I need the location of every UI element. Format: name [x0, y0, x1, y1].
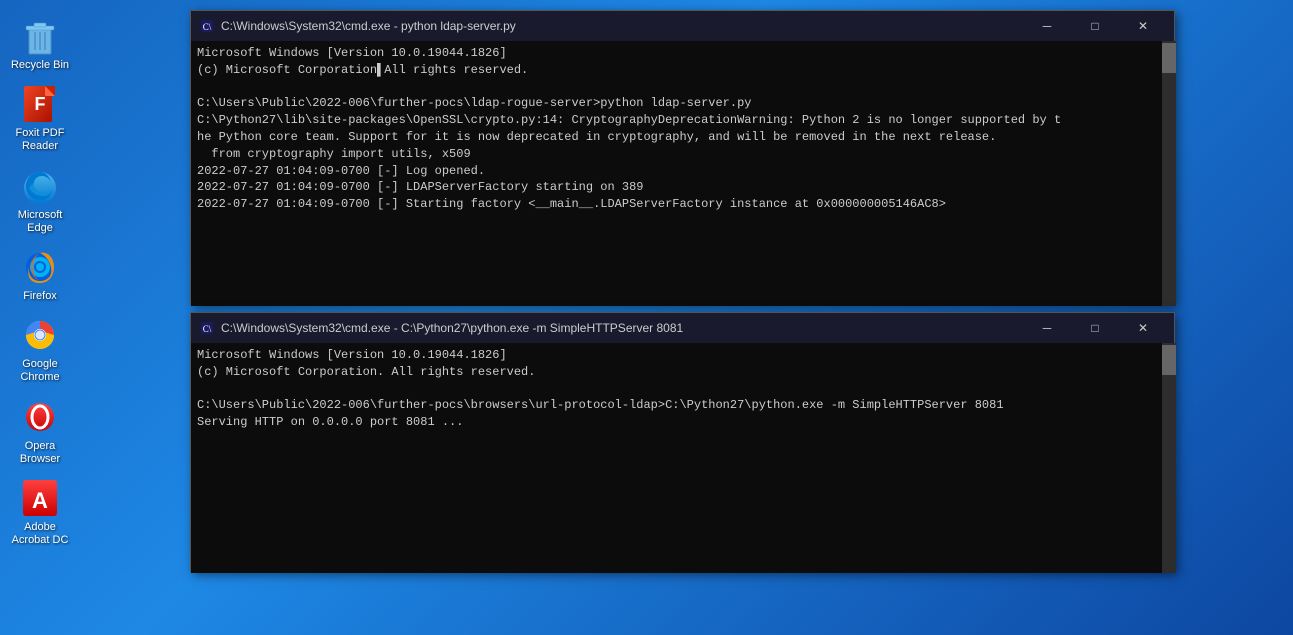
foxit-pdf-icon: F — [20, 84, 60, 124]
scrollbar-http[interactable] — [1162, 343, 1176, 573]
svg-text:C\: C\ — [203, 324, 212, 334]
recycle-bin-label: Recycle Bin — [11, 59, 69, 72]
firefox-label: Firefox — [23, 290, 57, 303]
desktop-icon-firefox[interactable]: Firefox — [4, 241, 76, 309]
window-controls-ldap: ─ □ ✕ — [1024, 11, 1166, 41]
opera-browser-icon — [20, 397, 60, 437]
microsoft-edge-icon — [20, 166, 60, 206]
desktop: Recycle Bin F — [0, 0, 1293, 635]
foxit-pdf-label: Foxit PDF Reader — [16, 127, 65, 153]
cmd-line: Microsoft Windows [Version 10.0.19044.18… — [197, 347, 1154, 364]
desktop-icon-adobe-acrobat[interactable]: A Adobe Acrobat DC — [4, 472, 76, 553]
scrollbar-thumb-http[interactable] — [1162, 345, 1176, 375]
opera-browser-label: Opera Browser — [20, 440, 60, 466]
desktop-icon-opera-browser[interactable]: Opera Browser — [4, 391, 76, 472]
cmd-line: C:\Users\Public\2022-006\further-pocs\br… — [197, 397, 1154, 414]
scrollbar-ldap[interactable] — [1162, 41, 1176, 306]
cmd-line: 2022-07-27 01:04:09-0700 [-] Log opened. — [197, 163, 1154, 180]
cmd-line: 2022-07-27 01:04:09-0700 [-] Starting fa… — [197, 196, 1154, 213]
svg-text:C\: C\ — [203, 22, 212, 32]
scrollbar-thumb-ldap[interactable] — [1162, 43, 1176, 73]
cmd-line: C:\Python27\lib\site-packages\OpenSSL\cr… — [197, 112, 1154, 129]
cmd-body-ldap: Microsoft Windows [Version 10.0.19044.18… — [191, 41, 1176, 306]
desktop-icon-recycle-bin[interactable]: Recycle Bin — [4, 10, 76, 78]
maximize-button-http[interactable]: □ — [1072, 313, 1118, 343]
google-chrome-label: Google Chrome — [20, 358, 59, 384]
recycle-bin-icon — [20, 16, 60, 56]
cmd-titlebar-ldap[interactable]: C\ C:\Windows\System32\cmd.exe - python … — [191, 11, 1174, 41]
adobe-acrobat-icon: A — [20, 478, 60, 518]
cmd-line: Microsoft Windows [Version 10.0.19044.18… — [197, 45, 1154, 62]
svg-text:F: F — [35, 94, 46, 114]
cmd-line: (c) Microsoft Corporation. All rights re… — [197, 364, 1154, 381]
cmd-icon-ldap: C\ — [199, 18, 215, 34]
desktop-icon-foxit-pdf[interactable]: F Foxit PDF Reader — [4, 78, 76, 159]
minimize-button-ldap[interactable]: ─ — [1024, 11, 1070, 41]
adobe-acrobat-label: Adobe Acrobat DC — [12, 521, 69, 547]
microsoft-edge-label: Microsoft Edge — [18, 209, 63, 235]
cmd-title-ldap-text: C:\Windows\System32\cmd.exe - python lda… — [221, 19, 1024, 33]
cmd-line — [197, 381, 1154, 398]
cmd-line: Serving HTTP on 0.0.0.0 port 8081 ... — [197, 414, 1154, 431]
svg-text:A: A — [32, 488, 48, 513]
cmd-body-http: Microsoft Windows [Version 10.0.19044.18… — [191, 343, 1176, 573]
cmd-icon-http: C\ — [199, 320, 215, 336]
cmd-window-ldap[interactable]: C\ C:\Windows\System32\cmd.exe - python … — [190, 10, 1175, 305]
firefox-icon — [20, 247, 60, 287]
cmd-line: he Python core team. Support for it is n… — [197, 129, 1154, 146]
cmd-output-ldap: Microsoft Windows [Version 10.0.19044.18… — [197, 45, 1170, 213]
cmd-line — [197, 79, 1154, 96]
cmd-line: 2022-07-27 01:04:09-0700 [-] LDAPServerF… — [197, 179, 1154, 196]
cmd-title-http-text: C:\Windows\System32\cmd.exe - C:\Python2… — [221, 321, 1024, 335]
cmd-window-http[interactable]: C\ C:\Windows\System32\cmd.exe - C:\Pyth… — [190, 312, 1175, 572]
close-button-ldap[interactable]: ✕ — [1120, 11, 1166, 41]
desktop-icons: Recycle Bin F — [0, 0, 80, 635]
maximize-button-ldap[interactable]: □ — [1072, 11, 1118, 41]
google-chrome-icon — [20, 315, 60, 355]
cmd-line: (c) Microsoft Corporation▌All rights res… — [197, 62, 1154, 79]
cmd-line: C:\Users\Public\2022-006\further-pocs\ld… — [197, 95, 1154, 112]
cmd-titlebar-http[interactable]: C\ C:\Windows\System32\cmd.exe - C:\Pyth… — [191, 313, 1174, 343]
cmd-line: from cryptography import utils, x509 — [197, 146, 1154, 163]
minimize-button-http[interactable]: ─ — [1024, 313, 1070, 343]
desktop-icon-microsoft-edge[interactable]: Microsoft Edge — [4, 160, 76, 241]
cmd-output-http: Microsoft Windows [Version 10.0.19044.18… — [197, 347, 1170, 431]
close-button-http[interactable]: ✕ — [1120, 313, 1166, 343]
desktop-icon-google-chrome[interactable]: Google Chrome — [4, 309, 76, 390]
window-controls-http: ─ □ ✕ — [1024, 313, 1166, 343]
